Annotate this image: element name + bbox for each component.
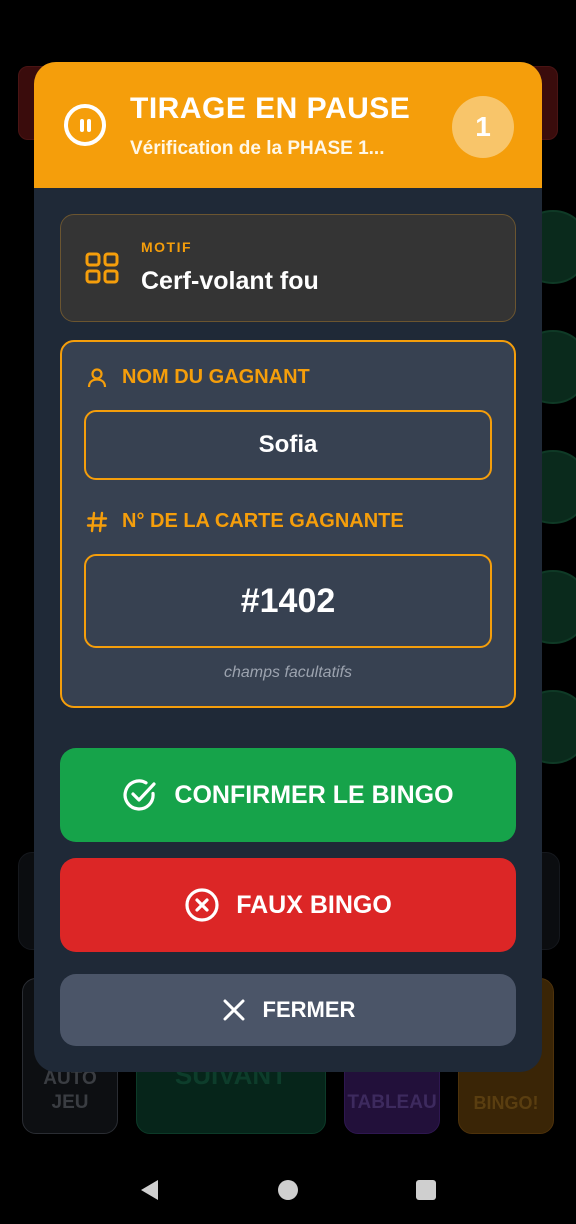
motif-label: MOTIF	[141, 239, 193, 255]
dialog-subtitle: Vérification de la PHASE 1...	[130, 138, 385, 159]
winner-name-label-text: NOM DU GAGNANT	[122, 366, 310, 388]
card-number-label-text: N° DE LA CARTE GAGNANTE	[122, 510, 404, 532]
close-button[interactable]: FERMER	[60, 974, 516, 1046]
close-label: FERMER	[262, 997, 356, 1022]
check-circle-icon	[123, 779, 157, 811]
hash-icon	[86, 511, 108, 532]
close-icon	[223, 999, 245, 1021]
dialog-header: TIRAGE EN PAUSE Vérification de la PHASE…	[34, 62, 542, 188]
back-icon[interactable]	[138, 1178, 160, 1202]
winner-name-label: NOM DU GAGNANT	[86, 366, 310, 389]
card-number-label: N° DE LA CARTE GAGNANTE	[86, 510, 404, 533]
pause-dialog: TIRAGE EN PAUSE Vérification de la PHASE…	[34, 62, 542, 1072]
optional-fields-hint: champs facultatifs	[223, 664, 353, 681]
recent-apps-icon[interactable]	[416, 1180, 436, 1200]
false-bingo-button[interactable]: FAUX BINGO	[60, 858, 516, 952]
dialog-title: TIRAGE EN PAUSE	[130, 92, 411, 125]
confirm-bingo-button[interactable]: CONFIRMER LE BINGO	[60, 748, 516, 842]
grid-icon	[85, 252, 119, 284]
pause-icon	[64, 104, 106, 146]
phase-count-badge: 1	[452, 96, 514, 158]
card-number-input[interactable]: #1402	[84, 554, 492, 648]
home-icon[interactable]	[278, 1180, 298, 1200]
winner-name-input[interactable]: Sofia	[84, 410, 492, 480]
false-bingo-label: FAUX BINGO	[236, 890, 392, 919]
user-icon	[87, 367, 107, 387]
confirm-bingo-label: CONFIRMER LE BINGO	[174, 780, 454, 809]
motif-panel: MOTIF Cerf-volant fou	[60, 214, 516, 322]
x-circle-icon	[185, 888, 219, 922]
motif-value: Cerf-volant fou	[141, 267, 319, 295]
system-navigation-bar	[0, 1140, 576, 1224]
winner-form: NOM DU GAGNANT Sofia N° DE LA CARTE GAGN…	[60, 340, 516, 708]
